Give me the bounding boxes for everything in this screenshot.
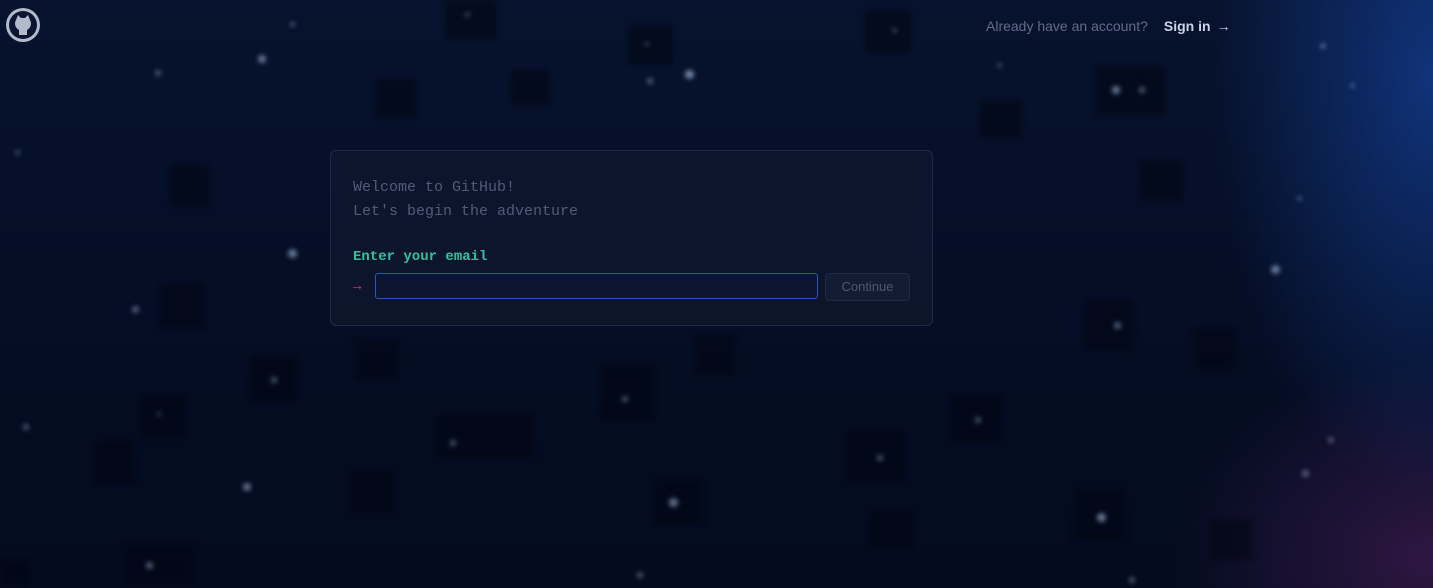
welcome-text: Welcome to GitHub! Let's begin the adven… [353,176,578,224]
account-prompt-text: Already have an account? [986,18,1148,34]
background-tile [355,340,399,380]
background-tile [870,510,912,550]
star [450,440,456,446]
star [288,249,297,258]
background-tile [695,335,735,375]
star [622,396,628,402]
star [637,572,643,578]
background-tile [350,470,394,514]
welcome-line: Let's begin the adventure [353,203,579,220]
background-tile [628,25,673,65]
sign-in-label: Sign in [1163,18,1211,34]
background-tile [655,480,703,524]
star [1271,265,1280,274]
star [1320,43,1326,49]
signup-card: Welcome to GitHub! Let's begin the adven… [330,150,933,326]
email-prompt-label: Enter your email [353,249,488,265]
star [1350,83,1355,88]
star [892,28,897,33]
background-tile [510,70,550,105]
welcome-line: Welcome to GitHub! [353,179,516,196]
background-tile [95,440,135,484]
background-tile [600,365,656,421]
background-tile [0,560,30,588]
background-tile [1140,160,1182,200]
background-tile [125,545,195,588]
star [647,78,653,84]
background-tile [1195,330,1235,370]
star [645,42,649,46]
star [243,483,251,491]
email-input[interactable] [375,273,818,299]
star [877,455,883,461]
star [15,150,20,155]
sign-in-link[interactable]: Sign in → [1164,18,1231,34]
signup-page: Already have an account? Sign in → Welco… [0,0,1433,588]
star [155,70,161,76]
background-tile [1210,520,1252,560]
star [1297,196,1302,201]
star [146,562,153,569]
background-tile [980,100,1022,138]
star [258,55,266,63]
star [1114,322,1121,329]
star [1097,513,1106,522]
background-tile [1095,65,1165,115]
star [669,498,678,507]
star [290,22,295,27]
star [271,377,277,383]
star [23,424,29,430]
header-account-links: Already have an account? Sign in → [986,18,1231,34]
background-tile [160,285,204,327]
github-logo-icon[interactable] [4,6,42,44]
star [1302,470,1309,477]
continue-button[interactable]: Continue [825,273,910,301]
star [1129,577,1135,583]
star [997,63,1002,68]
star [132,306,139,313]
arrow-right-icon: → [353,279,362,295]
background-tile [170,165,210,207]
background-tile [865,10,911,54]
background-tile [375,78,417,118]
background-tile [1085,300,1133,350]
star [1112,86,1120,94]
star [1328,437,1334,443]
background-tile [445,0,497,40]
arrow-right-icon: → [1216,18,1231,34]
star [157,412,161,416]
background-tile [435,415,535,459]
star [975,417,981,423]
star [685,70,694,79]
background-tile [140,395,186,439]
star [465,12,470,17]
background-tile [845,430,905,482]
star [1139,87,1145,93]
